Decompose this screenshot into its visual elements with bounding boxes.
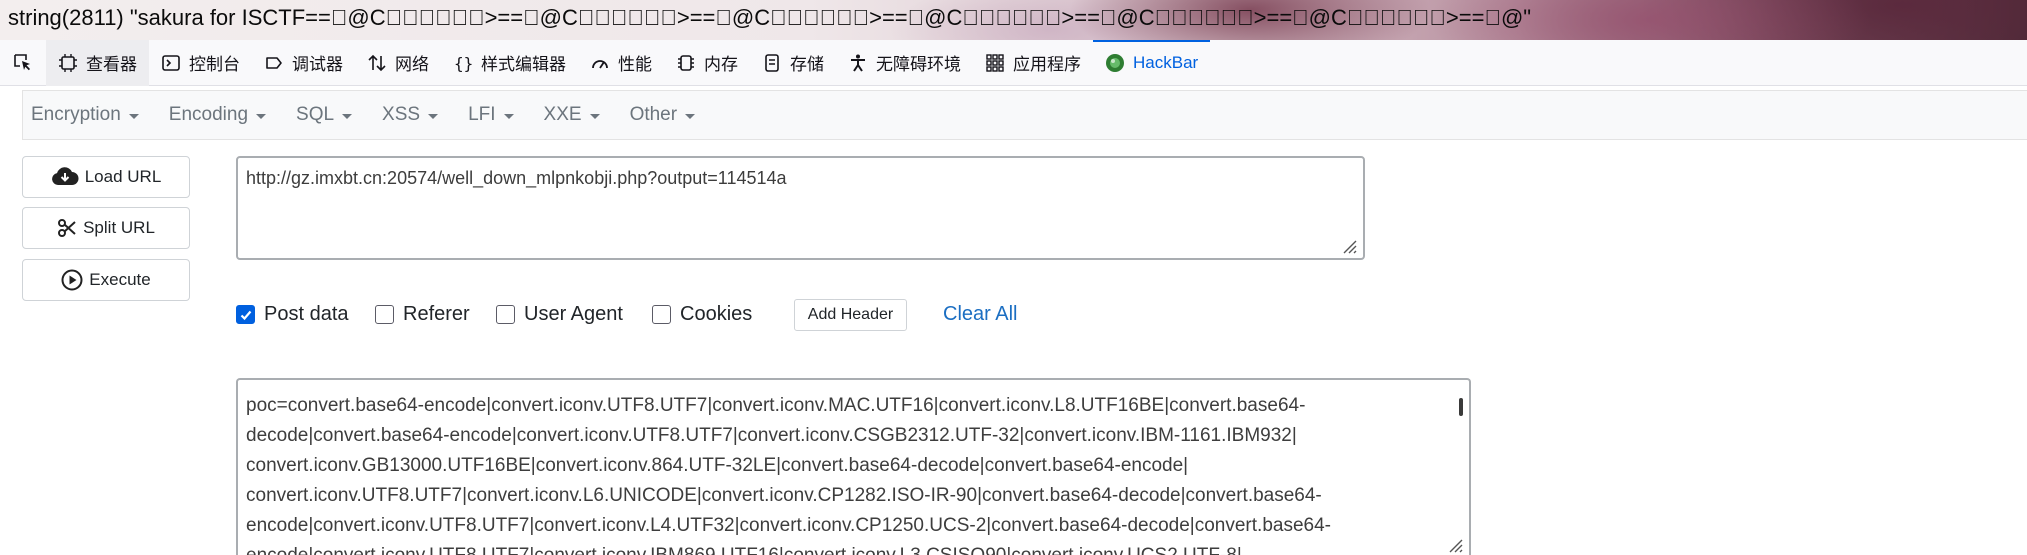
tab-network[interactable]: 网络 bbox=[355, 40, 441, 86]
play-circle-icon bbox=[61, 269, 83, 291]
cookies-label: Cookies bbox=[680, 303, 753, 325]
resize-grip-icon[interactable] bbox=[1339, 236, 1357, 254]
application-icon bbox=[986, 53, 1004, 72]
tab-label: 样式编辑器 bbox=[481, 55, 566, 74]
tab-label: HackBar bbox=[1133, 52, 1199, 72]
url-input[interactable]: http://gz.imxbt.cn:20574/well_down_mlpnk… bbox=[236, 156, 1365, 260]
menu-encryption[interactable]: Encryption bbox=[31, 104, 139, 126]
page-output-strip: string(2811) "sakura for ISCTF== @C     … bbox=[0, 0, 2027, 40]
user-agent-checkbox[interactable] bbox=[496, 305, 515, 324]
network-icon bbox=[368, 54, 386, 71]
menu-label: XSS bbox=[382, 104, 421, 125]
element-picker-button[interactable] bbox=[0, 40, 46, 86]
accessibility-icon bbox=[851, 54, 865, 72]
post-data-label: Post data bbox=[264, 303, 349, 325]
tab-console[interactable]: 控制台 bbox=[149, 40, 252, 86]
page-output-text: string(2811) "sakura for ISCTF== @C     … bbox=[8, 5, 1532, 30]
cookies-checkbox[interactable] bbox=[652, 305, 671, 324]
menu-label: Encryption bbox=[31, 104, 121, 125]
execute-label: Execute bbox=[89, 270, 151, 289]
user-agent-label: User Agent bbox=[524, 303, 623, 325]
tab-label: 性能 bbox=[618, 55, 652, 74]
url-value: http://gz.imxbt.cn:20574/well_down_mlpnk… bbox=[246, 168, 787, 188]
post-data-option[interactable]: Post data bbox=[236, 303, 349, 326]
caret-down-icon bbox=[428, 113, 439, 119]
caret-down-icon bbox=[342, 113, 353, 119]
menu-label: XXE bbox=[543, 104, 582, 125]
menu-other[interactable]: Other bbox=[630, 104, 696, 126]
tab-memory[interactable]: 内存 bbox=[664, 40, 750, 86]
split-url-button[interactable]: Split URL bbox=[22, 207, 190, 249]
add-header-button[interactable]: Add Header bbox=[794, 299, 907, 331]
cookies-option[interactable]: Cookies bbox=[652, 303, 752, 326]
memory-icon bbox=[678, 54, 694, 71]
menu-xxe[interactable]: XXE bbox=[544, 104, 600, 126]
clear-all-link[interactable]: Clear All bbox=[943, 303, 1017, 326]
devtools-toolbar: 查看器 控制台 调试器 网络 {} 样式编辑器 性能 内存 存储 无障碍环境 应… bbox=[0, 39, 2027, 86]
tab-label: 存储 bbox=[790, 55, 824, 74]
style-editor-icon: {} bbox=[454, 54, 473, 73]
tab-label: 网络 bbox=[395, 55, 429, 74]
storage-icon bbox=[765, 53, 779, 72]
scissors-icon bbox=[58, 219, 76, 237]
split-url-label: Split URL bbox=[83, 218, 155, 237]
tab-style-editor[interactable]: {} 样式编辑器 bbox=[441, 40, 578, 86]
menu-label: SQL bbox=[296, 104, 335, 125]
tab-label: 应用程序 bbox=[1013, 55, 1081, 74]
scrollbar-thumb[interactable] bbox=[1459, 398, 1463, 416]
caret-down-icon bbox=[589, 113, 600, 119]
tab-label: 无障碍环境 bbox=[876, 55, 961, 74]
tab-debugger[interactable]: 调试器 bbox=[252, 40, 355, 86]
console-icon bbox=[162, 54, 180, 71]
hackbar-icon bbox=[1106, 53, 1124, 72]
caret-down-icon bbox=[503, 113, 514, 119]
tab-label: 查看器 bbox=[86, 55, 137, 74]
post-data-value: poc=convert.base64-encode|convert.iconv.… bbox=[246, 395, 1331, 555]
tab-label: 内存 bbox=[704, 55, 738, 74]
referer-checkbox[interactable] bbox=[375, 305, 394, 324]
load-url-label: Load URL bbox=[84, 167, 162, 186]
referer-option[interactable]: Referer bbox=[375, 303, 470, 326]
tab-inspector[interactable]: 查看器 bbox=[46, 39, 149, 86]
execute-button[interactable]: Execute bbox=[22, 259, 190, 301]
load-url-button[interactable]: Load URL bbox=[22, 156, 190, 198]
hackbar-menu-bar: Encryption Encoding SQL XSS LFI XXE Othe… bbox=[22, 90, 2027, 140]
caret-down-icon bbox=[685, 113, 696, 119]
referer-label: Referer bbox=[403, 303, 470, 325]
check-icon bbox=[240, 310, 251, 320]
cloud-download-icon bbox=[51, 167, 79, 185]
menu-lfi[interactable]: LFI bbox=[468, 104, 514, 126]
tab-label: 调试器 bbox=[292, 55, 343, 74]
inspector-icon bbox=[59, 53, 77, 72]
caret-down-icon bbox=[128, 113, 139, 119]
tab-storage[interactable]: 存储 bbox=[750, 40, 836, 86]
tab-label: 控制台 bbox=[189, 55, 240, 74]
menu-label: LFI bbox=[468, 104, 496, 125]
caret-down-icon bbox=[256, 113, 267, 119]
tab-performance[interactable]: 性能 bbox=[578, 40, 664, 86]
svg-text:{}: {} bbox=[454, 54, 473, 73]
menu-label: Other bbox=[629, 104, 678, 125]
tab-accessibility[interactable]: 无障碍环境 bbox=[836, 40, 973, 86]
debugger-icon bbox=[266, 56, 282, 69]
menu-label: Encoding bbox=[168, 104, 249, 125]
menu-xss[interactable]: XSS bbox=[382, 104, 439, 126]
resize-grip-icon[interactable] bbox=[1445, 535, 1463, 553]
post-data-input[interactable]: poc=convert.base64-encode|convert.iconv.… bbox=[236, 378, 1471, 555]
tab-hackbar[interactable]: HackBar bbox=[1093, 39, 1211, 86]
post-data-checkbox[interactable] bbox=[236, 305, 255, 324]
element-picker-icon bbox=[14, 53, 30, 70]
menu-sql[interactable]: SQL bbox=[296, 104, 353, 126]
menu-encoding[interactable]: Encoding bbox=[168, 104, 267, 126]
performance-icon bbox=[592, 59, 608, 68]
user-agent-option[interactable]: User Agent bbox=[496, 303, 623, 326]
tab-application[interactable]: 应用程序 bbox=[973, 40, 1093, 86]
